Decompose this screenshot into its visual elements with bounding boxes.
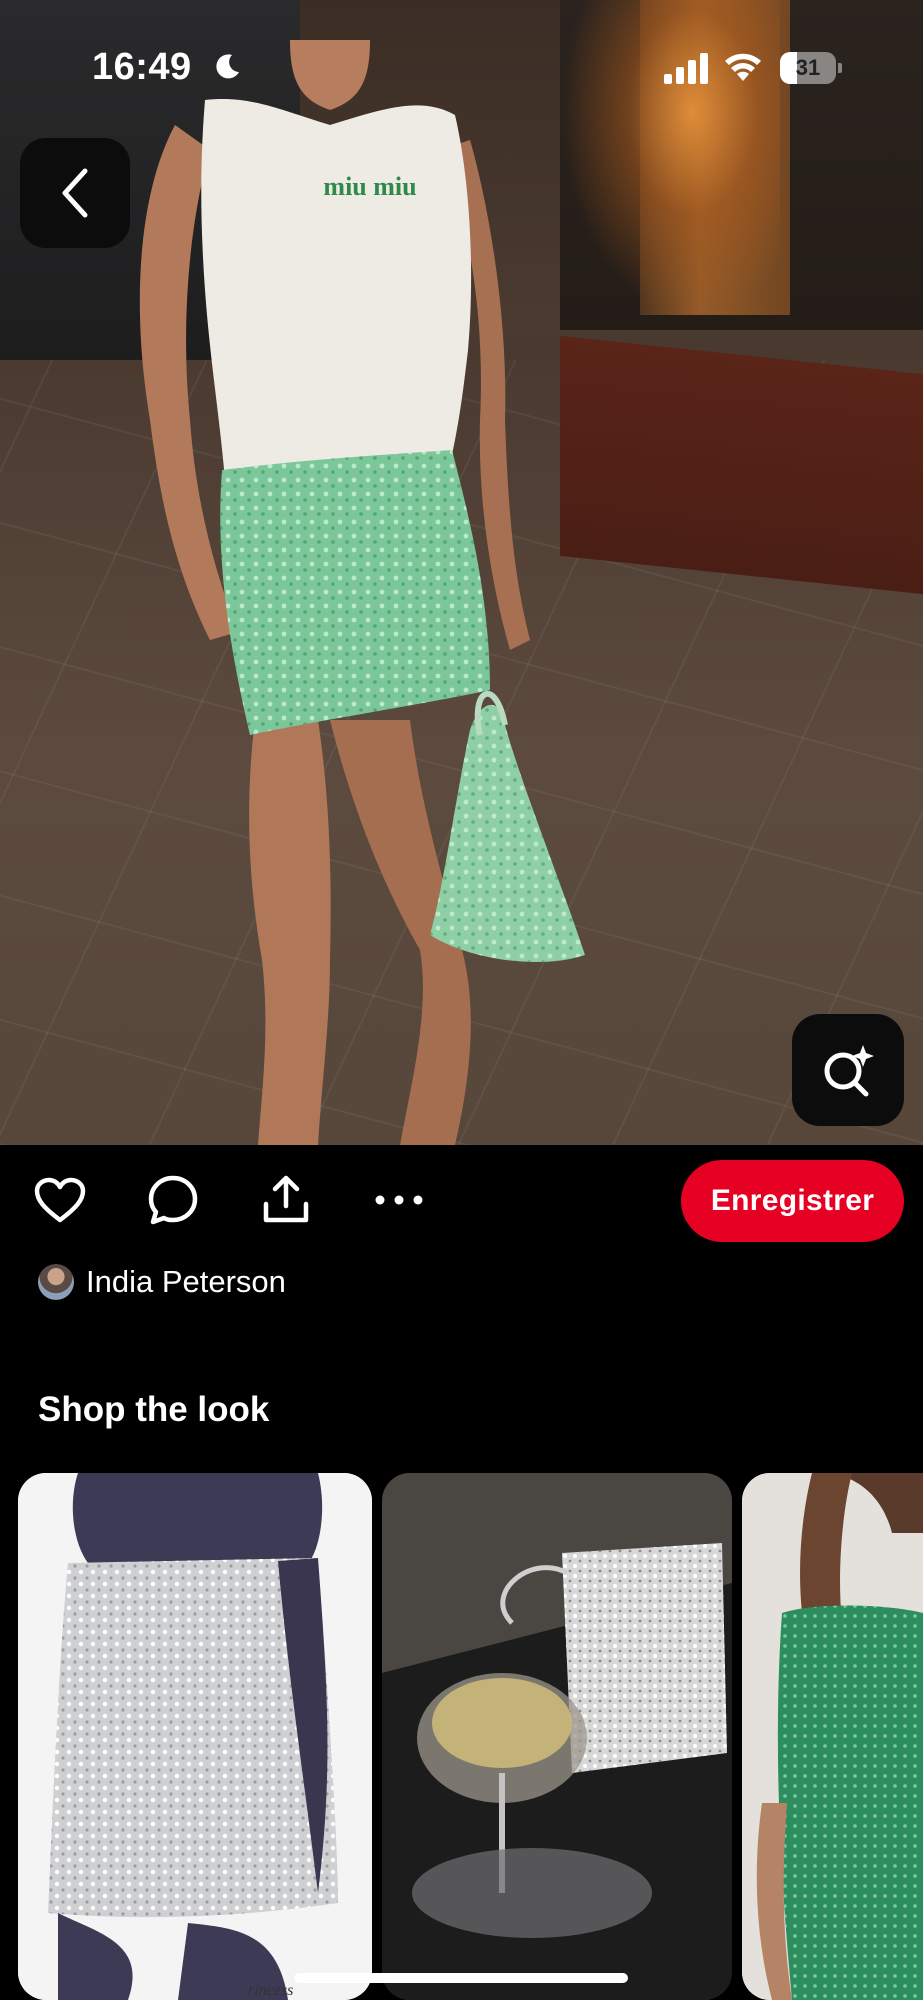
comment-button[interactable] bbox=[143, 1170, 203, 1230]
cellular-signal-icon bbox=[664, 53, 708, 84]
product-card[interactable]: rincess bbox=[18, 1473, 372, 2000]
battery-level: 31 bbox=[795, 55, 821, 80]
wifi-icon bbox=[725, 53, 761, 81]
silver-sequin-handbag-image bbox=[382, 1473, 732, 2000]
comment-icon bbox=[148, 1175, 198, 1225]
pin-author[interactable]: India Peterson bbox=[38, 1262, 286, 1302]
home-indicator[interactable] bbox=[294, 1973, 628, 1983]
author-name[interactable]: India Peterson bbox=[86, 1264, 286, 1300]
moon-icon bbox=[216, 54, 239, 79]
share-button[interactable] bbox=[256, 1170, 316, 1230]
status-bar: 16:49 31 bbox=[0, 0, 923, 130]
more-options-button[interactable] bbox=[369, 1170, 429, 1230]
visual-search-button[interactable] bbox=[792, 1014, 904, 1126]
battery-body: 31 bbox=[780, 52, 836, 84]
shop-the-look-title: Shop the look bbox=[38, 1390, 270, 1429]
green-sequin-dress-image bbox=[742, 1473, 923, 2000]
more-icon bbox=[375, 1195, 423, 1205]
pin-image[interactable]: miu miu bbox=[0, 0, 923, 1145]
silver-sequin-wrap-skirt-image: rincess bbox=[18, 1473, 372, 2000]
svg-text:miu miu: miu miu bbox=[323, 172, 416, 201]
battery-icon: 31 bbox=[780, 52, 842, 84]
back-button[interactable] bbox=[20, 138, 130, 248]
heart-icon bbox=[34, 1177, 86, 1223]
product-card[interactable] bbox=[742, 1473, 923, 2000]
save-button[interactable]: Enregistrer bbox=[681, 1160, 904, 1242]
product-caption: rincess bbox=[248, 1982, 293, 1999]
share-icon bbox=[263, 1175, 309, 1223]
visual-search-sparkle-icon bbox=[824, 1045, 874, 1097]
avatar[interactable] bbox=[38, 1264, 74, 1300]
model-figure: miu miu bbox=[139, 40, 585, 1145]
battery-tip bbox=[838, 63, 842, 73]
like-button[interactable] bbox=[30, 1170, 90, 1230]
status-time: 16:49 bbox=[92, 46, 192, 88]
chevron-left-icon bbox=[62, 168, 88, 218]
product-card[interactable] bbox=[382, 1473, 732, 2000]
